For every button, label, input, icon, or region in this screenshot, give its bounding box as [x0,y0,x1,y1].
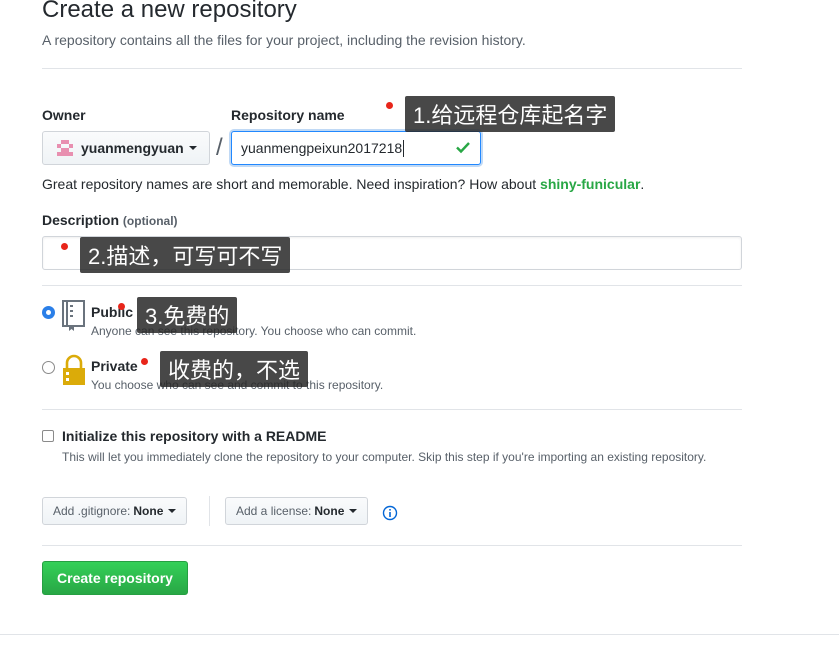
caret-down-icon [349,509,358,513]
check-icon [456,142,470,154]
public-title: Public [91,304,134,320]
annotation-dot [386,102,393,109]
lock-icon [63,354,85,385]
divider [42,409,742,410]
caret-down-icon [168,509,177,513]
gitignore-select-button[interactable]: Add .gitignore: None [42,497,188,525]
divider [42,285,742,286]
annotation-dot [141,358,148,365]
info-icon[interactable] [382,505,398,521]
create-repository-button[interactable]: Create repository [42,561,188,595]
description-label: Description (optional) [42,212,178,228]
footer-divider [0,634,839,635]
init-readme-checkbox[interactable] [42,430,54,442]
caret-down-icon [188,146,197,150]
owner-label: Owner [42,107,86,123]
license-value: None [314,504,345,518]
private-title: Private [91,358,138,374]
page-title: Create a new repository [42,0,297,23]
init-readme-description: This will let you immediately clone the … [62,450,707,464]
annotation-dot [61,243,68,250]
name-hint: Great repository names are short and mem… [42,176,645,192]
text-cursor [403,139,405,157]
page-subtitle: A repository contains all the files for … [42,32,526,48]
repo-name-label: Repository name [231,107,345,123]
annotation-repo-name: 1.给远程仓库起名字 [405,96,616,132]
annotation-description: 2.描述，可写可不写 [80,237,291,273]
owner-name: yuanmengyuan [81,140,184,156]
repo-name-value: yuanmengpeixun2017218 [241,140,403,156]
name-suggestion-link[interactable]: shiny-funicular [540,176,640,192]
repo-book-icon [62,300,85,331]
divider [42,68,742,69]
gitignore-value: None [133,504,164,518]
owner-repo-separator: / [216,134,223,161]
divider [42,545,742,546]
avatar-identicon-icon [57,140,73,156]
annotation-dot [118,303,125,310]
license-select-button[interactable]: Add a license: None [225,497,369,525]
optional-tag: (optional) [122,214,178,228]
select-separator [209,496,210,526]
owner-select-button[interactable]: yuanmengyuan [42,131,210,165]
annotation-public: 3.免费的 [137,297,238,333]
init-readme-label[interactable]: Initialize this repository with a README [62,428,326,444]
private-radio[interactable] [42,361,55,374]
public-radio[interactable] [42,306,55,319]
repo-name-input[interactable]: yuanmengpeixun2017218 [231,131,481,165]
annotation-private: 收费的，不选 [160,351,309,387]
